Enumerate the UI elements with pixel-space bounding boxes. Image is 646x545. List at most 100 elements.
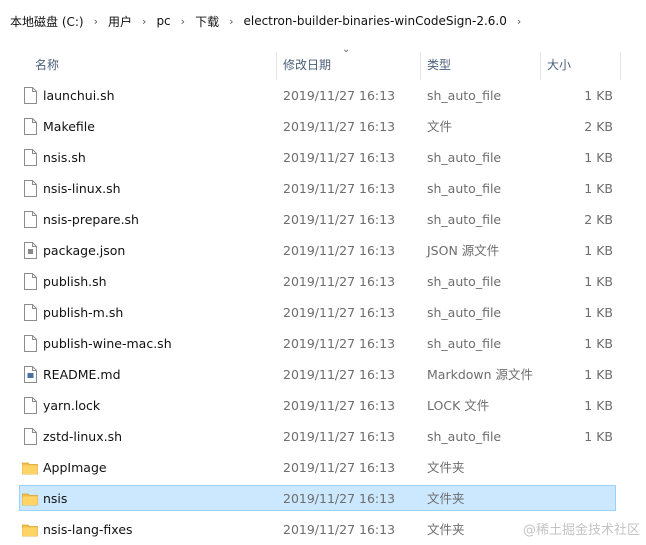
file-name: AppImage: [43, 460, 107, 475]
file-type: sh_auto_file: [427, 88, 502, 103]
breadcrumb-chevron-icon[interactable]: ›: [229, 15, 233, 28]
file-row[interactable]: AppImage 2019/11/27 16:13 文件夹: [0, 452, 646, 483]
file-type: sh_auto_file: [427, 274, 502, 289]
file-name: nsis-lang-fixes: [43, 522, 133, 537]
column-name-header[interactable]: 名称: [35, 48, 59, 82]
file-name: yarn.lock: [43, 398, 101, 413]
file-icon: [24, 273, 38, 290]
file-size: 1 KB: [584, 336, 613, 351]
file-name: nsis: [43, 491, 68, 506]
file-row[interactable]: publish.sh 2019/11/27 16:13 sh_auto_file 1 …: [0, 266, 646, 297]
file-size: 2 KB: [584, 212, 613, 227]
file-name: package.json: [43, 243, 126, 258]
file-row[interactable]: nsis.sh 2019/11/27 16:13 sh_auto_file 1 KB: [0, 142, 646, 173]
file-size: 1 KB: [584, 429, 613, 444]
file-row[interactable]: README.md 2019/11/27 16:13 Markdown 源文件 1 K…: [0, 359, 646, 390]
file-type: 文件: [427, 119, 453, 134]
breadcrumb-item[interactable]: electron-builder-binaries-winCodeSign-2.…: [243, 14, 506, 28]
file-date: 2019/11/27 16:13: [283, 181, 396, 196]
file-date: 2019/11/27 16:13: [283, 212, 396, 227]
file-type: sh_auto_file: [427, 336, 502, 351]
file-type: 文件夹: [427, 491, 465, 506]
file-name: nsis-linux.sh: [43, 181, 121, 196]
breadcrumb-item[interactable]: 下载: [195, 13, 219, 30]
file-type: 文件夹: [427, 522, 465, 537]
file-date: 2019/11/27 16:13: [283, 398, 396, 413]
file-row[interactable]: launchui.sh 2019/11/27 16:13 sh_auto_file 1…: [0, 80, 646, 111]
file-icon: [24, 118, 38, 135]
file-name: publish.sh: [43, 274, 107, 289]
file-name: nsis.sh: [43, 150, 86, 165]
file-date: 2019/11/27 16:13: [283, 429, 396, 444]
file-icon: [24, 304, 38, 321]
file-name: nsis-prepare.sh: [43, 212, 139, 227]
file-size: 1 KB: [584, 274, 613, 289]
file-size: 1 KB: [584, 305, 613, 320]
breadcrumb-item[interactable]: 用户: [108, 13, 132, 30]
file-name: zstd-linux.sh: [43, 429, 123, 444]
file-date: 2019/11/27 16:13: [283, 243, 396, 258]
watermark: @稀土掘金技术社区: [522, 523, 640, 538]
column-date-header[interactable]: 修改日期: [283, 48, 331, 82]
file-icon: [24, 211, 38, 228]
file-icon: [24, 87, 38, 104]
file-row[interactable]: nsis-linux.sh 2019/11/27 16:13 sh_auto_fil…: [0, 173, 646, 204]
file-size: 1 KB: [584, 398, 613, 413]
file-date: 2019/11/27 16:13: [283, 274, 396, 289]
file-icon: [24, 149, 38, 166]
file-name: Makefile: [43, 119, 95, 134]
breadcrumb-item[interactable]: pc: [156, 14, 170, 28]
column-divider[interactable]: [540, 52, 541, 80]
file-type: JSON 源文件: [427, 243, 500, 258]
file-icon: [24, 180, 38, 197]
file-row[interactable]: nsis-prepare.sh 2019/11/27 16:13 sh_auto_f…: [0, 204, 646, 235]
file-row[interactable]: nsis 2019/11/27 16:13 文件夹: [0, 483, 646, 514]
breadcrumb-chevron-icon[interactable]: ›: [142, 15, 146, 28]
column-divider[interactable]: [276, 52, 277, 80]
json-file-icon: [24, 242, 38, 259]
file-row[interactable]: publish-wine-mac.sh 2019/11/27 16:13 sh_au…: [0, 328, 646, 359]
file-type: LOCK 文件: [427, 398, 490, 413]
breadcrumb-chevron-icon[interactable]: ›: [517, 15, 521, 28]
file-date: 2019/11/27 16:13: [283, 460, 396, 475]
file-name: publish-m.sh: [43, 305, 124, 320]
folder-icon: [22, 523, 38, 540]
file-icon: [24, 428, 38, 445]
file-type: sh_auto_file: [427, 429, 502, 444]
file-name: launchui.sh: [43, 88, 115, 103]
column-divider[interactable]: [420, 52, 421, 80]
file-size: 1 KB: [584, 367, 613, 382]
sort-chevron-icon: ⌄: [342, 44, 351, 55]
file-type: sh_auto_file: [427, 181, 502, 196]
file-date: 2019/11/27 16:13: [283, 522, 396, 537]
breadcrumb-chevron-icon[interactable]: ›: [94, 15, 98, 28]
file-icon: [24, 335, 38, 352]
file-icon: [24, 397, 38, 414]
column-header: 名称 修改日期 类型 大小: [0, 48, 646, 82]
file-type: sh_auto_file: [427, 150, 502, 165]
file-row[interactable]: zstd-linux.sh 2019/11/27 16:13 sh_auto_fil…: [0, 421, 646, 452]
breadcrumb: 本地磁盘 (C:) › 用户 › pc › 下载 › electron-builder-bina…: [0, 0, 646, 42]
column-divider[interactable]: [620, 52, 621, 80]
file-date: 2019/11/27 16:13: [283, 150, 396, 165]
file-type: sh_auto_file: [427, 212, 502, 227]
file-type: Markdown 源文件: [427, 367, 534, 382]
folder-icon: [22, 492, 38, 509]
column-size-header[interactable]: 大小: [547, 48, 571, 82]
file-name: README.md: [43, 367, 121, 382]
file-row[interactable]: Makefile 2019/11/27 16:13 文件 2 KB: [0, 111, 646, 142]
file-date: 2019/11/27 16:13: [283, 367, 396, 382]
file-date: 2019/11/27 16:13: [283, 119, 396, 134]
breadcrumb-item[interactable]: 本地磁盘 (C:): [10, 13, 84, 30]
markdown-file-icon: [24, 366, 38, 383]
file-date: 2019/11/27 16:13: [283, 491, 396, 506]
file-size: 2 KB: [584, 119, 613, 134]
file-size: 1 KB: [584, 243, 613, 258]
file-row[interactable]: publish-m.sh 2019/11/27 16:13 sh_auto_file…: [0, 297, 646, 328]
file-date: 2019/11/27 16:13: [283, 336, 396, 351]
column-type-header[interactable]: 类型: [427, 48, 451, 82]
file-row[interactable]: yarn.lock 2019/11/27 16:13 LOCK 文件 1 KB: [0, 390, 646, 421]
file-date: 2019/11/27 16:13: [283, 88, 396, 103]
file-row[interactable]: package.json 2019/11/27 16:13 JSON 源文件 1 KB: [0, 235, 646, 266]
breadcrumb-chevron-icon[interactable]: ›: [181, 15, 185, 28]
